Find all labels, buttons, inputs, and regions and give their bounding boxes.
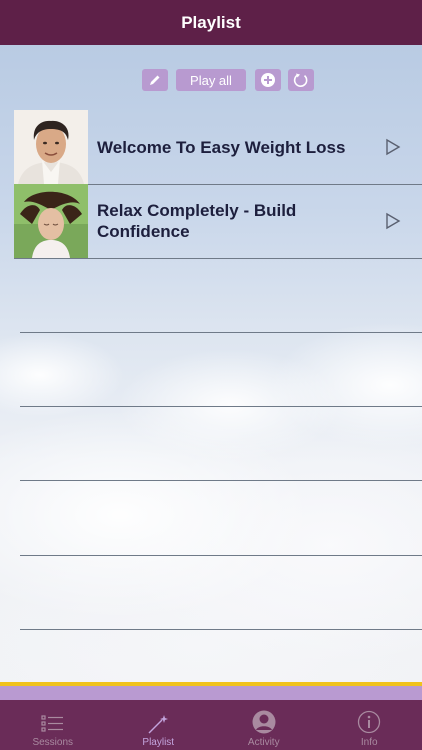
playlist-row[interactable]: Welcome To Easy Weight Loss <box>14 110 422 185</box>
tab-info[interactable]: Info <box>317 700 422 750</box>
playlist-row[interactable]: Relax Completely - Build Confidence <box>14 184 422 259</box>
session-title: Relax Completely - Build Confidence <box>97 201 297 241</box>
empty-row-divider <box>20 629 422 630</box>
tab-sessions[interactable]: Sessions <box>0 700 106 750</box>
navigation-bar: Playlist <box>0 0 422 45</box>
tab-label: Info <box>360 737 378 748</box>
plus-circle-icon <box>261 73 275 87</box>
person-icon <box>252 710 276 734</box>
info-icon <box>358 710 381 734</box>
play-all-button[interactable]: Play all <box>176 69 246 91</box>
empty-row-divider <box>20 332 422 333</box>
tab-bar: Sessions Playlist Activity Info <box>0 700 422 750</box>
add-button[interactable] <box>255 69 281 91</box>
tab-label: Sessions <box>32 737 74 748</box>
list-icon <box>41 715 63 732</box>
refresh-icon <box>293 73 308 87</box>
session-thumbnail-man <box>14 110 88 184</box>
pencil-icon <box>150 75 160 85</box>
empty-row-divider <box>20 406 422 407</box>
tab-label: Playlist <box>142 737 175 748</box>
play-icon[interactable] <box>384 138 402 156</box>
page-title: Playlist <box>181 12 241 32</box>
empty-row-divider <box>20 480 422 481</box>
refresh-button[interactable] <box>288 69 314 91</box>
empty-row-divider <box>20 555 422 556</box>
tab-activity[interactable]: Activity <box>211 700 317 750</box>
play-icon[interactable] <box>384 212 402 230</box>
tab-playlist[interactable]: Playlist <box>106 700 212 750</box>
playlist-toolbar: Play all <box>0 69 422 93</box>
edit-button[interactable] <box>142 69 168 91</box>
tab-label: Activity <box>247 737 280 748</box>
session-title: Welcome To Easy Weight Loss <box>97 137 346 157</box>
mini-player-bar <box>0 686 422 700</box>
session-thumbnail-woman <box>14 184 88 258</box>
magic-wand-icon <box>148 715 169 734</box>
